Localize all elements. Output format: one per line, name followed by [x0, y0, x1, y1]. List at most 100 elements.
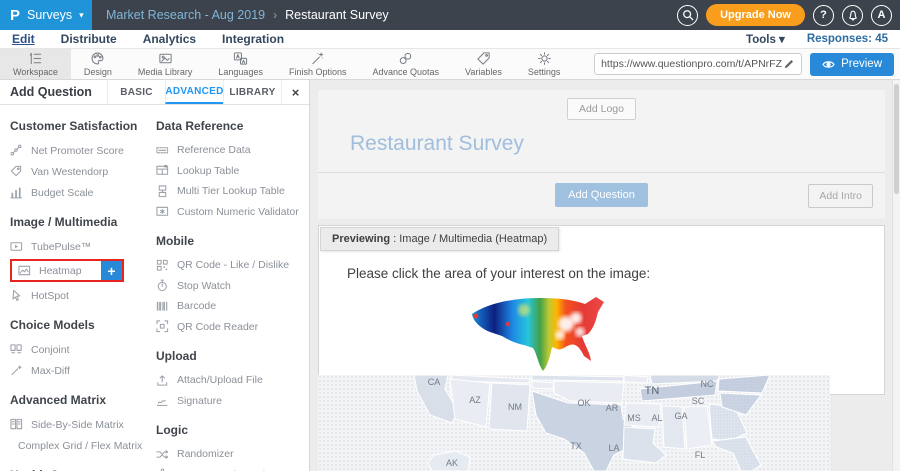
state-label-ca: CA [428, 377, 441, 387]
survey-editor-canvas: Add Logo Restaurant Survey Add Question … [310, 80, 900, 471]
survey-nav: Edit Distribute Analytics Integration To… [0, 30, 900, 49]
tab-advanced[interactable]: ADVANCED [165, 80, 223, 104]
survey-title[interactable]: Restaurant Survey [350, 132, 524, 155]
toolbar-variables[interactable]: Variables [452, 49, 515, 79]
languages-icon [233, 51, 248, 66]
tab-library[interactable]: LIBRARY [223, 80, 281, 104]
question-type-conjoint[interactable]: Conjoint [10, 339, 142, 360]
tab-integration[interactable]: Integration [222, 32, 284, 46]
upload-icon [156, 374, 169, 387]
panel-title: Add Question [0, 80, 107, 104]
workspace-icon [28, 51, 43, 66]
tab-distribute[interactable]: Distribute [61, 32, 117, 46]
maxdiff-wand-icon [10, 364, 23, 377]
question-type-custom-numeric-validator[interactable]: Custom Numeric Validator [156, 202, 309, 223]
upgrade-now-button[interactable]: Upgrade Now [706, 4, 805, 26]
question-type-reference-data[interactable]: Reference Data [156, 140, 309, 161]
question-type-lookup-table[interactable]: Lookup Table [156, 161, 309, 182]
hotspot-cursor-icon [10, 289, 23, 302]
state-label-la: LA [608, 443, 619, 453]
tab-analytics[interactable]: Analytics [143, 32, 196, 46]
question-type-qr-code-reader[interactable]: QR Code Reader [156, 317, 309, 338]
state-label-ar: AR [606, 403, 619, 413]
notifications-button[interactable] [842, 5, 863, 26]
group-mobile: Mobile QR Code - Like / Dislike Stop Wat… [156, 234, 309, 337]
breadcrumb-parent-link[interactable]: Market Research - Aug 2019 [106, 8, 265, 22]
reference-data-icon [156, 144, 169, 157]
nps-icon [10, 144, 23, 157]
question-type-max-diff[interactable]: Max-Diff [10, 360, 142, 381]
eye-icon [822, 59, 835, 70]
toolbar-workspace[interactable]: Workspace [0, 49, 71, 79]
tab-basic[interactable]: BASIC [107, 80, 165, 104]
question-preview-card: Previewing : Image / Multimedia (Heatmap… [318, 225, 885, 395]
variables-tag-icon [476, 51, 491, 66]
subnav-right: Tools ▾ Responses: 45 [746, 32, 888, 46]
signature-icon [156, 394, 169, 407]
questionpro-logo: P [10, 7, 20, 24]
breadcrumb-separator: › [273, 8, 277, 22]
question-type-net-promoter-score[interactable]: Net Promoter Score [10, 140, 142, 161]
main-scrollbar[interactable] [892, 80, 900, 471]
question-type-randomizer[interactable]: Randomizer [156, 444, 309, 465]
state-label-ok: OK [577, 398, 590, 408]
question-type-complex-grid[interactable]: Complex Grid / Flex Matrix [10, 435, 142, 456]
add-heatmap-question-button[interactable]: + [101, 261, 122, 280]
add-question-button[interactable]: Add Question [555, 183, 648, 207]
account-avatar[interactable]: A [871, 5, 892, 26]
toolbar-advance-quotas[interactable]: Advance Quotas [359, 49, 452, 79]
question-type-qr-like-dislike[interactable]: QR Code - Like / Dislike [156, 255, 309, 276]
state-label-nm: NM [508, 402, 522, 412]
search-icon [682, 9, 694, 21]
qr-reader-icon [156, 320, 169, 333]
group-logic: Logic Randomizer Custom Logic Engine [156, 423, 309, 471]
survey-url-group [594, 53, 802, 75]
question-type-tubepulse[interactable]: TubePulse™ [10, 236, 142, 257]
question-type-multi-tier-lookup[interactable]: Multi Tier Lookup Table [156, 181, 309, 202]
edit-url-pencil-icon[interactable] [783, 58, 795, 70]
question-type-heatmap[interactable]: Heatmap [12, 261, 101, 280]
lookup-table-icon [156, 164, 169, 177]
scrollbar-thumb[interactable] [894, 84, 899, 194]
add-logo-button[interactable]: Add Logo [567, 98, 636, 120]
question-type-van-westendorp[interactable]: Van Westendorp [10, 161, 142, 182]
us-states-map[interactable]: CA AZ NM OK AR TN NC SC MS AL GA TX LA F… [318, 375, 830, 471]
state-label-ms: MS [627, 413, 641, 423]
add-question-panel: Add Question BASIC ADVANCED LIBRARY × Cu… [0, 80, 310, 471]
app-logo-surveys-menu[interactable]: P Surveys ▾ [0, 0, 92, 30]
question-type-stop-watch[interactable]: Stop Watch [156, 276, 309, 297]
tools-dropdown[interactable]: Tools ▾ [746, 32, 785, 46]
add-intro-button[interactable]: Add Intro [808, 184, 873, 208]
question-type-attach-upload-file[interactable]: Attach/Upload File [156, 370, 309, 391]
toolbar-settings[interactable]: Settings [515, 49, 574, 79]
topbar-actions: Upgrade Now ? A [677, 4, 900, 26]
edit-toolbar: Workspace Design Media Library Languages… [0, 49, 900, 80]
toolbar-right: Preview [594, 49, 900, 79]
barcode-icon [156, 300, 169, 313]
toolbar-media-library[interactable]: Media Library [125, 49, 206, 79]
question-type-barcode[interactable]: Barcode [156, 296, 309, 317]
close-panel-button[interactable]: × [281, 80, 309, 104]
survey-url-input[interactable] [601, 58, 783, 70]
toolbar-design[interactable]: Design [71, 49, 125, 79]
heatmap-image[interactable] [464, 290, 616, 376]
question-type-signature[interactable]: Signature [156, 391, 309, 412]
search-button[interactable] [677, 5, 698, 26]
help-button[interactable]: ? [813, 5, 834, 26]
preview-button[interactable]: Preview [810, 53, 894, 76]
toolbar-finish-options[interactable]: Finish Options [276, 49, 360, 79]
question-type-custom-logic-engine[interactable]: Custom Logic Engine [156, 465, 309, 471]
add-question-header: Add Question BASIC ADVANCED LIBRARY × [0, 80, 309, 105]
toolbar-languages[interactable]: Languages [205, 49, 276, 79]
question-type-budget-scale[interactable]: Budget Scale [10, 182, 142, 203]
video-icon [10, 240, 23, 253]
question-type-hotspot[interactable]: HotSpot [10, 285, 142, 306]
heatmap-icon [18, 264, 31, 277]
state-label-az: AZ [469, 395, 481, 405]
chevron-down-icon: ▾ [79, 10, 84, 21]
question-type-side-by-side-matrix[interactable]: Side-By-Side Matrix [10, 414, 142, 435]
tab-edit[interactable]: Edit [12, 32, 35, 46]
responses-count[interactable]: Responses: 45 [807, 33, 888, 45]
state-label-ak: AK [446, 458, 458, 468]
survey-header-section: Add Logo Restaurant Survey Add Question … [318, 90, 885, 219]
